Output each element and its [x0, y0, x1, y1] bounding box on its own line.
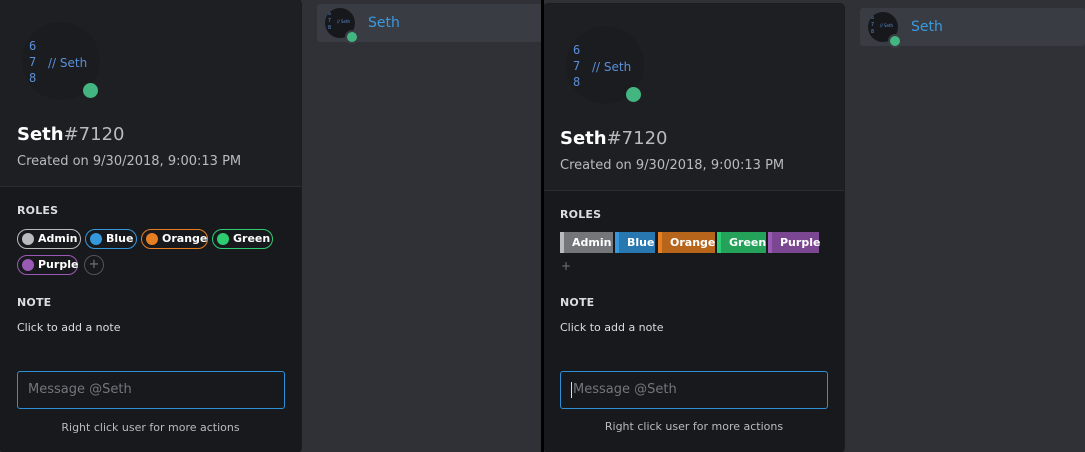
created-date: Created on 9/30/2018, 9:00:13 PM — [17, 154, 242, 169]
role-label: Blue — [106, 232, 134, 245]
role-color-dot[interactable] — [90, 233, 102, 245]
username: Seth#7120 — [560, 128, 667, 149]
right-panel: 6 7 8 // Seth Seth 6 7 8 // Seth Seth#71… — [543, 0, 1085, 452]
member-name: Seth — [368, 15, 400, 31]
role-green[interactable]: Green — [717, 232, 766, 253]
member-list-item[interactable]: 6 7 8 // Seth Seth — [317, 4, 543, 44]
add-role-button[interactable]: + — [561, 259, 571, 273]
line-number: 7 — [573, 59, 581, 73]
role-color-dot[interactable] — [146, 233, 158, 245]
note-input[interactable]: Click to add a note — [17, 321, 120, 334]
online-status-icon — [626, 87, 641, 102]
roles-heading: ROLES — [560, 208, 602, 221]
message-placeholder: Message @Seth — [573, 382, 677, 397]
created-date: Created on 9/30/2018, 9:00:13 PM — [560, 158, 785, 173]
role-orange[interactable]: Orange — [141, 229, 208, 249]
online-status-icon — [83, 83, 98, 98]
note-heading: NOTE — [560, 296, 595, 309]
online-status-icon — [345, 30, 359, 44]
role-color-dot[interactable] — [22, 233, 34, 245]
role-admin[interactable]: Admin — [17, 229, 81, 249]
note-heading: NOTE — [17, 296, 52, 309]
user-popout: 6 7 8 // Seth Seth#7120 Created on 9/30/… — [544, 4, 844, 452]
role-label: Orange — [162, 232, 208, 245]
right-click-hint: Right click user for more actions — [604, 420, 784, 433]
role-purple[interactable]: Purple — [768, 232, 820, 253]
discriminator: #7120 — [606, 128, 668, 149]
line-number: 8 — [573, 75, 581, 89]
line-number: 6 — [573, 43, 581, 57]
avatar-line-numbers: 6 7 8 — [573, 42, 580, 90]
avatar-code-text: // Seth — [592, 60, 632, 74]
role-blue[interactable]: Blue — [615, 232, 655, 253]
note-input[interactable]: Click to add a note — [560, 321, 663, 334]
username: Seth#7120 — [17, 124, 124, 145]
text-caret — [571, 381, 572, 398]
member-list-area — [305, 0, 543, 452]
avatar-code-text: // Seth — [48, 56, 88, 70]
line-number: 8 — [29, 71, 37, 85]
message-input[interactable]: Message @Seth — [560, 371, 828, 409]
member-name: Seth — [911, 19, 943, 35]
member-list-area — [850, 0, 1085, 452]
role-label: Purple — [38, 258, 79, 271]
line-number: 6 — [29, 39, 37, 53]
role-label: Green — [233, 232, 271, 245]
role-green[interactable]: Green — [212, 229, 273, 249]
username-text: Seth — [560, 128, 607, 149]
member-list-item[interactable]: 6 7 8 // Seth Seth — [860, 8, 1085, 48]
member-avatar-code: // Seth — [337, 19, 351, 24]
role-color-dot[interactable] — [22, 259, 34, 271]
message-input[interactable]: Message @Seth — [17, 371, 285, 409]
line-number: 7 — [29, 55, 37, 69]
message-placeholder: Message @Seth — [28, 382, 132, 397]
right-click-hint: Right click user for more actions — [61, 421, 240, 434]
role-orange[interactable]: Orange — [658, 232, 715, 253]
role-purple[interactable]: Purple — [17, 255, 78, 275]
role-color-dot[interactable] — [217, 233, 229, 245]
roles-heading: ROLES — [17, 204, 59, 217]
username-text: Seth — [17, 124, 64, 145]
add-role-button[interactable]: + — [84, 255, 104, 275]
role-admin[interactable]: Admin — [560, 232, 613, 253]
member-avatar-code: // Seth — [880, 23, 894, 28]
discriminator: #7120 — [63, 124, 125, 145]
member-avatar-lines: 6 7 8 — [328, 11, 332, 31]
online-status-icon — [888, 34, 902, 48]
left-panel: 6 7 8 // Seth Seth 6 7 8 // Seth Seth#71… — [0, 0, 543, 452]
role-blue[interactable]: Blue — [85, 229, 137, 249]
role-label: Admin — [38, 232, 78, 245]
avatar-line-numbers: 6 7 8 — [29, 38, 36, 86]
user-popout: 6 7 8 // Seth Seth#7120 Created on 9/30/… — [0, 0, 301, 452]
member-avatar-lines: 6 7 8 — [871, 15, 875, 35]
